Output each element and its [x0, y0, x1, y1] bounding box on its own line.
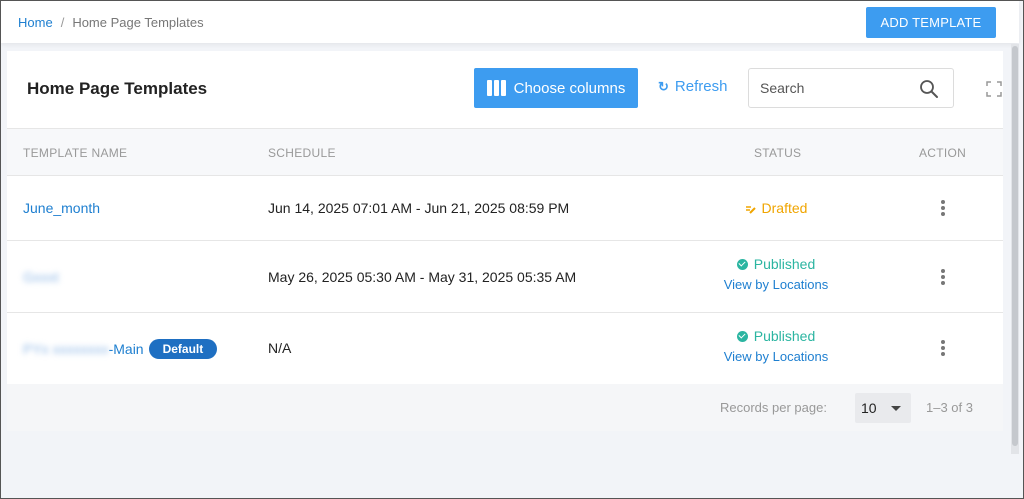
schedule-text: May 26, 2025 05:30 AM - May 31, 2025 05:… — [268, 269, 577, 285]
table-header: TEMPLATE NAME SCHEDULE STATUS ACTION — [7, 128, 1003, 176]
status-published-text: Published — [753, 328, 816, 344]
column-header-action: ACTION — [919, 146, 967, 160]
search-box — [748, 68, 954, 108]
template-name-blurred: Gxxxt — [23, 269, 59, 285]
schedule-text: N/A — [268, 340, 292, 356]
records-per-page-value: 10 — [861, 400, 877, 416]
view-by-locations-link[interactable]: View by Locations — [696, 349, 856, 364]
published-check-icon — [736, 330, 748, 342]
schedule-text: Jun 14, 2025 07:01 AM - Jun 21, 2025 08:… — [268, 200, 570, 216]
templates-table: TEMPLATE NAME SCHEDULE STATUS ACTION Jun… — [7, 128, 1003, 384]
page-title: Home Page Templates — [27, 79, 208, 98]
table-footer: Records per page: 10 1–3 of 3 — [7, 384, 1003, 431]
published-check-icon — [736, 258, 748, 270]
pagination-range: 1–3 of 3 — [926, 400, 973, 415]
drafted-icon — [745, 205, 756, 214]
view-by-locations-link[interactable]: View by Locations — [696, 277, 856, 292]
templates-card: Home Page Templates Choose columns ↻ Ref… — [7, 51, 1003, 431]
refresh-icon: ↻ — [658, 78, 669, 94]
search-icon[interactable] — [919, 79, 939, 99]
column-header-schedule[interactable]: SCHEDULE — [268, 146, 336, 160]
add-template-button[interactable]: ADD TEMPLATE — [866, 7, 996, 38]
status-drafted-text: Drafted — [761, 200, 808, 216]
row-actions-menu-icon[interactable] — [936, 338, 950, 358]
template-name-blurred: PYx xxxxxxxx — [23, 341, 109, 357]
status-cell: Published View by Locations — [696, 328, 856, 364]
records-per-page-select[interactable]: 10 — [855, 393, 911, 423]
row-actions-menu-icon[interactable] — [936, 198, 950, 218]
template-name-link[interactable]: Gxxxt — [23, 269, 59, 285]
template-name-suffix: -Main — [108, 341, 144, 357]
default-badge: Default — [148, 339, 218, 359]
choose-columns-label: Choose columns — [513, 79, 626, 97]
status-cell: Published View by Locations — [696, 256, 856, 292]
page-scrollbar-thumb[interactable] — [1012, 46, 1018, 446]
refresh-button[interactable]: ↻ Refresh — [658, 78, 727, 95]
column-header-status: STATUS — [754, 146, 802, 160]
refresh-label: Refresh — [674, 78, 728, 95]
template-name-link[interactable]: June_month — [23, 200, 100, 216]
top-bar: Home / Home Page Templates ADD TEMPLATE — [1, 1, 1019, 43]
choose-columns-button[interactable]: Choose columns — [474, 68, 638, 108]
status-cell: Drafted — [696, 200, 856, 216]
breadcrumb: Home / Home Page Templates — [18, 15, 204, 30]
row-actions-menu-icon[interactable] — [936, 267, 950, 287]
table-row: Gxxxt May 26, 2025 05:30 AM - May 31, 20… — [7, 241, 1003, 313]
status-published-text: Published — [753, 256, 816, 272]
table-row: PYx xxxxxxxx-Main Default N/A Published V… — [7, 313, 1003, 384]
breadcrumb-current: Home Page Templates — [72, 15, 204, 30]
columns-icon — [486, 80, 506, 96]
template-name-link[interactable]: PYx xxxxxxxx-Main Default — [23, 339, 218, 359]
caret-down-icon — [891, 406, 901, 411]
table-row: June_month Jun 14, 2025 07:01 AM - Jun 2… — [7, 176, 1003, 241]
column-header-template-name[interactable]: TEMPLATE NAME — [23, 146, 127, 160]
search-input[interactable] — [760, 80, 920, 96]
fullscreen-icon[interactable] — [986, 81, 1002, 97]
breadcrumb-separator: / — [60, 15, 65, 30]
breadcrumb-home-link[interactable]: Home — [18, 15, 53, 30]
records-per-page-label: Records per page: — [720, 400, 827, 415]
